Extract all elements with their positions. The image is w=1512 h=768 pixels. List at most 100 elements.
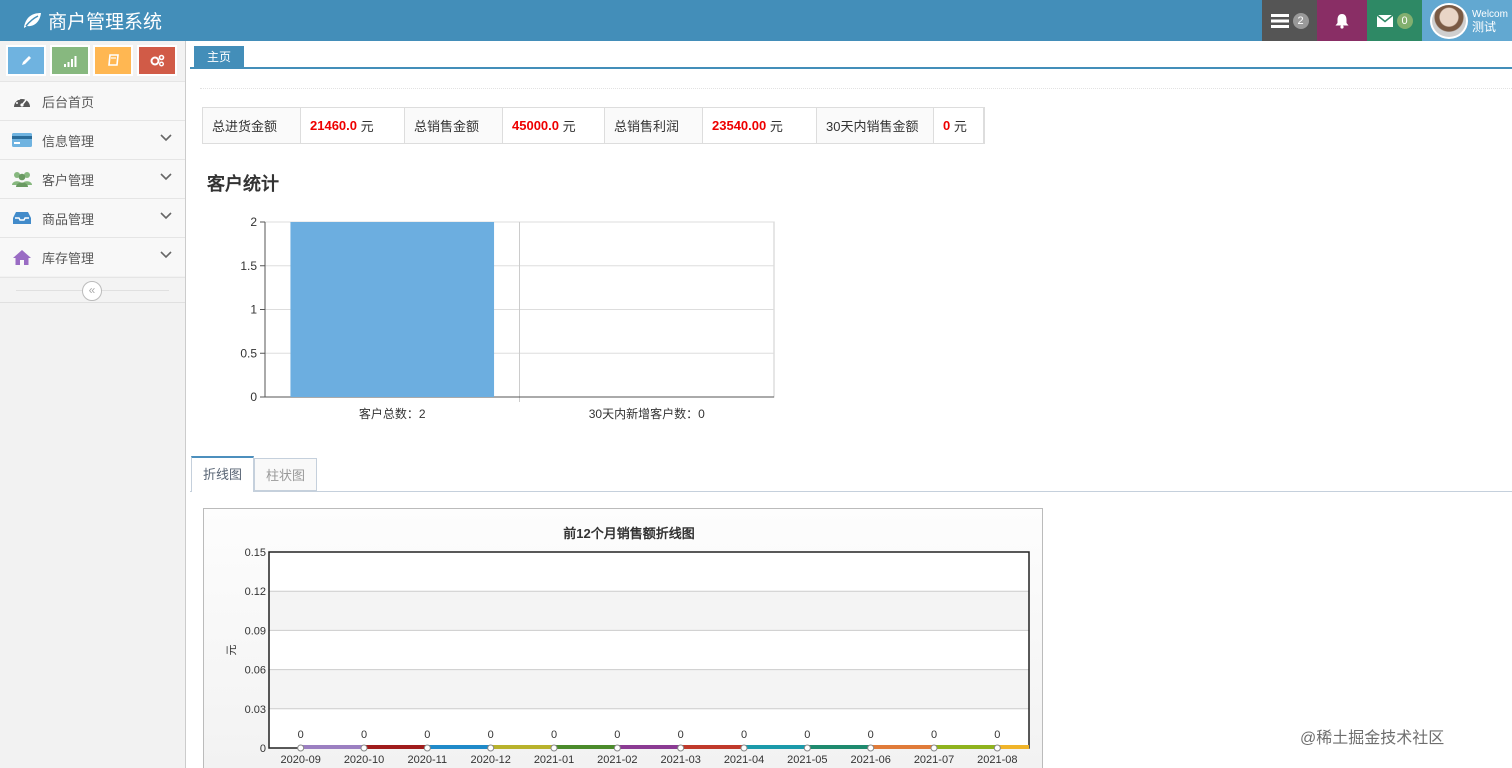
tasks-badge: 2: [1292, 12, 1309, 29]
grid-band: [269, 591, 1029, 631]
dashboard-icon: [12, 93, 32, 109]
divider: [190, 491, 1512, 492]
users-icon: [12, 171, 32, 187]
envelope-icon: [1376, 14, 1393, 27]
x-tick-label: 2021-02: [597, 754, 637, 766]
x-tick-label: 2020-09: [280, 754, 320, 766]
data-label: 0: [551, 729, 557, 741]
sales-line-chart: 前12个月销售额折线图 0 0.03 0.06 0.09 0.12 0.15 元 0 2020-0…: [226, 526, 1030, 766]
sidebar-collapse-bar: «: [0, 277, 185, 303]
credit-card-icon: [12, 132, 32, 148]
brand[interactable]: 商户管理系统: [22, 8, 163, 33]
data-point: [803, 744, 811, 752]
data-point: [487, 744, 495, 752]
bell-icon: [1335, 13, 1349, 29]
x-tick-label: 2020-10: [344, 754, 384, 766]
inbox-icon: [12, 210, 32, 226]
data-point: [297, 744, 305, 752]
stat-value: 0 元: [934, 108, 984, 143]
sales-line-chart-panel: 前12个月销售额折线图 0 0.03 0.06 0.09 0.12 0.15 元 0 2020-0…: [203, 508, 1043, 768]
sidebar-item-label: 后台首页: [42, 94, 95, 110]
user-info: Welcome 测试: [1472, 8, 1508, 34]
tab-home[interactable]: 主页: [194, 46, 244, 68]
data-point: [360, 744, 368, 752]
sidebar-item-label: 信息管理: [42, 133, 95, 149]
data-point: [993, 744, 1001, 752]
chart-title: 前12个月销售额折线图: [563, 526, 694, 541]
data-point: [613, 744, 621, 752]
stat-value: 45000.0 元: [503, 108, 605, 143]
user-name: 测试: [1472, 19, 1497, 34]
y-tick-label: 2: [250, 215, 257, 229]
sidebar-item-inventory[interactable]: 库存管理: [0, 237, 185, 276]
y-tick-label: 1.5: [240, 259, 257, 273]
shortcut-cogs-button[interactable]: [137, 45, 177, 76]
bar: [290, 222, 495, 397]
data-label: 0: [614, 729, 620, 741]
shortcut-pencil-button[interactable]: [6, 45, 46, 76]
stat-unit: 元: [769, 119, 783, 134]
stat-value: 23540.00 元: [703, 108, 817, 143]
x-tick-label: 2020-12: [470, 754, 510, 766]
data-label: 0: [488, 729, 494, 741]
shortcut-book-button[interactable]: [93, 45, 133, 76]
x-tick-label: 2021-01: [534, 754, 574, 766]
navbar: 商户管理系统 2 0 Welcome 测试: [0, 0, 1512, 41]
sidebar-item-label: 客户管理: [42, 172, 95, 188]
x-tick-label: 30天内新增客户数：0: [589, 406, 705, 421]
chevron-down-icon: [160, 212, 172, 220]
tasks-button[interactable]: 2: [1262, 0, 1317, 41]
tab-bar-chart[interactable]: 柱状图: [254, 458, 317, 491]
sidebar-shortcuts: [0, 41, 185, 81]
x-tick-label: 2021-08: [977, 754, 1017, 766]
x-tick-label: 2021-04: [724, 754, 764, 766]
y-tick-label: 0.03: [245, 704, 266, 716]
watermark: @稀土掘金技术社区: [1300, 730, 1445, 747]
notifications-button[interactable]: [1317, 0, 1367, 41]
sidebar-collapse-button[interactable]: «: [82, 281, 102, 301]
sidebar-item-info[interactable]: 信息管理: [0, 120, 185, 159]
stat-label: 30天内销售金额: [817, 108, 934, 143]
sidebar-item-label: 库存管理: [42, 250, 95, 266]
y-tick-label: 0.06: [245, 665, 266, 677]
user-menu[interactable]: Welcome 测试: [1422, 0, 1512, 41]
data-label: 0: [678, 729, 684, 741]
home-icon: [12, 249, 32, 265]
sidebar-item-customers[interactable]: 客户管理: [0, 159, 185, 198]
chevron-down-icon: [160, 173, 172, 181]
tab-line-chart[interactable]: 折线图: [191, 456, 254, 492]
signal-icon: [64, 55, 77, 67]
data-label: 0: [298, 729, 304, 741]
stat-unit: 元: [360, 119, 374, 134]
pencil-icon: [21, 56, 31, 65]
messages-button[interactable]: 0: [1367, 0, 1422, 41]
sidebar-item-label: 商品管理: [42, 211, 95, 227]
sidebar-item-products[interactable]: 商品管理: [0, 198, 185, 237]
stat-number: 23540.00: [712, 118, 767, 133]
stat-label: 总进货金额: [203, 108, 301, 143]
sidebar-item-dashboard[interactable]: 后台首页: [0, 81, 185, 120]
data-label: 0: [424, 729, 430, 741]
data-label: 0: [804, 729, 810, 741]
user-welcome: Welcome: [1472, 8, 1508, 20]
stat-unit: 元: [562, 119, 576, 134]
stats-table: 总进货金额 21460.0 元 总销售金额 45000.0 元 总销售利润 23…: [202, 107, 985, 144]
shortcut-signal-button[interactable]: [50, 45, 90, 76]
grid-band: [269, 669, 1029, 709]
data-label: 0: [361, 729, 367, 741]
x-tick-label: 2021-06: [850, 754, 890, 766]
y-tick-label: 1: [250, 303, 257, 317]
data-label: 0: [741, 729, 747, 741]
brand-title: 商户管理系统: [48, 11, 163, 33]
data-point: [550, 744, 558, 752]
cogs-icon: [150, 54, 164, 67]
x-tick-label: 客户总数：2: [359, 406, 426, 421]
data-label: 0: [931, 729, 937, 741]
x-tick-label: 2021-07: [914, 754, 954, 766]
x-tick-label: 2020-11: [408, 754, 448, 766]
data-point: [930, 744, 938, 752]
avatar: [1430, 2, 1468, 39]
y-axis-label: 元: [226, 645, 238, 656]
data-label: 0: [994, 729, 1000, 741]
y-tick-label: 0.09: [245, 625, 266, 637]
